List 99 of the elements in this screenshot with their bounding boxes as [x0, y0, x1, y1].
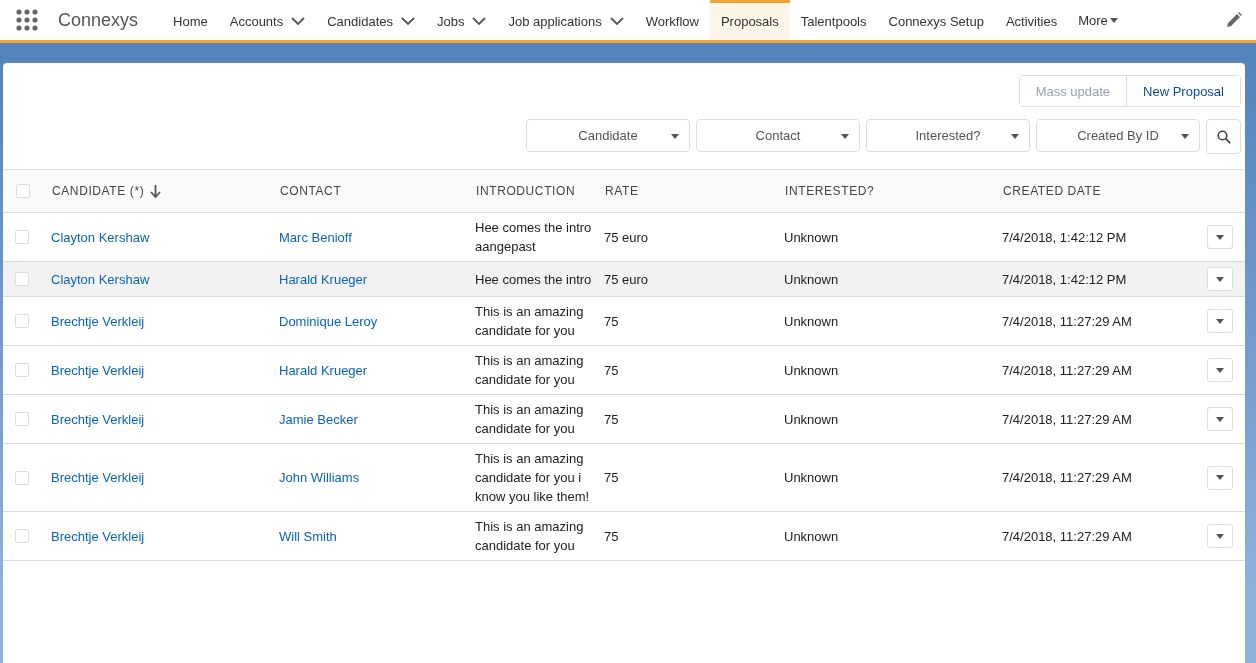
- table-cell: This is an amazing candidate for you: [475, 519, 584, 553]
- nav-tab[interactable]: Home: [162, 0, 219, 40]
- record-link[interactable]: Harald Krueger: [279, 362, 368, 378]
- caret-icon: [1216, 318, 1224, 324]
- app-launcher-icon[interactable]: [16, 9, 38, 31]
- table-cell: 7/4/2018, 1:42:12 PM: [1002, 229, 1127, 245]
- more-menu[interactable]: More: [1068, 12, 1128, 28]
- record-link[interactable]: Marc Benioff: [279, 229, 352, 245]
- filter-dropdown[interactable]: Contact: [696, 119, 860, 152]
- arrow-down-icon: [150, 184, 162, 198]
- app-name: Connexys: [58, 9, 139, 31]
- caret-icon: [1181, 134, 1189, 139]
- caret-icon: [1216, 234, 1224, 240]
- caret-icon: [841, 134, 849, 139]
- row-checkbox[interactable]: [15, 363, 29, 377]
- caret-icon: [671, 134, 679, 139]
- caret-icon: [1216, 533, 1224, 539]
- caret-icon: [1216, 367, 1224, 373]
- table-cell: This is an amazing candidate for you: [475, 304, 584, 338]
- row-checkbox[interactable]: [15, 529, 29, 543]
- search-icon: [1216, 129, 1231, 144]
- caret-icon: [1216, 475, 1224, 480]
- record-link[interactable]: Will Smith: [279, 528, 337, 544]
- nav-tab[interactable]: Talentpools: [789, 0, 878, 40]
- caret-icon: [1216, 276, 1224, 282]
- table-cell: 75: [604, 313, 619, 329]
- record-link[interactable]: John Williams: [279, 470, 360, 485]
- table-cell: 7/4/2018, 1:42:12 PM: [1002, 271, 1127, 287]
- pencil-icon[interactable]: [1226, 12, 1242, 28]
- nav-tab[interactable]: Proposals: [709, 0, 790, 40]
- table-cell: 75 euro: [604, 229, 649, 245]
- table-cell: 7/4/2018, 11:27:29 AM: [1002, 411, 1132, 427]
- table-cell: 75: [604, 362, 619, 378]
- nav-tab[interactable]: Workflow: [634, 0, 710, 40]
- table-cell: 75 euro: [604, 271, 649, 287]
- record-link[interactable]: Brechtje Verkleij: [51, 528, 145, 544]
- search-button[interactable]: [1206, 119, 1241, 154]
- table-cell: 7/4/2018, 11:27:29 AM: [1002, 470, 1132, 485]
- nav-tab[interactable]: Connexys Setup: [877, 0, 995, 40]
- row-actions-button[interactable]: [1207, 524, 1233, 548]
- filter-dropdown[interactable]: Candidate: [526, 119, 690, 152]
- table-cell: Unknown: [784, 470, 839, 485]
- select-all-checkbox[interactable]: [16, 184, 30, 198]
- column-header[interactable]: CANDIDATE (*): [52, 184, 145, 198]
- caret-icon: [1109, 17, 1118, 23]
- record-link[interactable]: Clayton Kershaw: [51, 271, 150, 287]
- row-actions-button[interactable]: [1207, 465, 1233, 490]
- nav-tab[interactable]: Jobs: [426, 0, 498, 40]
- filter-dropdown[interactable]: Interested?: [866, 119, 1030, 152]
- caret-icon: [1216, 416, 1224, 422]
- row-checkbox[interactable]: [15, 230, 29, 244]
- row-actions-button[interactable]: [1207, 358, 1233, 382]
- table-cell: 75: [604, 470, 619, 485]
- table-cell: Unknown: [784, 362, 839, 378]
- row-actions-button[interactable]: [1207, 309, 1233, 333]
- record-link[interactable]: Clayton Kershaw: [51, 229, 150, 245]
- table-cell: Unknown: [784, 229, 839, 245]
- table-cell: This is an amazing candidate for you i know you like them!: [475, 451, 590, 504]
- row-checkbox[interactable]: [15, 314, 29, 328]
- nav-tab[interactable]: Job applications: [497, 0, 635, 40]
- table-cell: 7/4/2018, 11:27:29 AM: [1002, 313, 1132, 329]
- nav-tab[interactable]: Candidates: [316, 0, 426, 40]
- table-cell: Hee comes the intro aangepast: [475, 220, 592, 254]
- record-link[interactable]: Brechtje Verkleij: [51, 362, 145, 378]
- row-checkbox[interactable]: [15, 412, 29, 426]
- row-actions-button[interactable]: [1207, 267, 1233, 291]
- column-header[interactable]: CREATED DATE: [1003, 184, 1102, 198]
- record-link[interactable]: Brechtje Verkleij: [51, 470, 145, 485]
- record-link[interactable]: Jamie Becker: [279, 411, 358, 427]
- table-cell: Unknown: [784, 528, 839, 544]
- column-header[interactable]: CONTACT: [280, 184, 342, 198]
- table-cell: 7/4/2018, 11:27:29 AM: [1002, 528, 1132, 544]
- table-cell: 75: [604, 411, 619, 427]
- table-cell: Unknown: [784, 271, 839, 287]
- nav-tab[interactable]: Activities: [994, 0, 1069, 40]
- chevron-down-icon[interactable]: [291, 17, 306, 26]
- record-link[interactable]: Brechtje Verkleij: [51, 313, 145, 329]
- row-actions-button[interactable]: [1207, 407, 1233, 431]
- table-cell: 75: [604, 528, 619, 544]
- chevron-down-icon[interactable]: [609, 17, 624, 26]
- table-cell: This is an amazing candidate for you: [475, 353, 584, 387]
- column-header[interactable]: RATE: [605, 184, 639, 198]
- filter-dropdown[interactable]: Created By ID: [1036, 119, 1200, 152]
- table-cell: This is an amazing candidate for you: [475, 402, 584, 436]
- action-button[interactable]: New Proposal: [1126, 76, 1240, 106]
- row-checkbox[interactable]: [15, 470, 29, 485]
- caret-icon: [1011, 134, 1019, 139]
- record-link[interactable]: Dominique Leroy: [279, 313, 378, 329]
- table-cell: 7/4/2018, 11:27:29 AM: [1002, 362, 1132, 378]
- chevron-down-icon[interactable]: [401, 17, 415, 26]
- table-cell: Unknown: [784, 313, 839, 329]
- row-actions-button[interactable]: [1207, 225, 1233, 249]
- row-checkbox[interactable]: [15, 272, 29, 286]
- table-cell: Unknown: [784, 411, 839, 427]
- column-header[interactable]: INTERESTED?: [785, 184, 875, 198]
- record-link[interactable]: Brechtje Verkleij: [51, 411, 145, 427]
- chevron-down-icon[interactable]: [472, 17, 487, 26]
- table-cell: Hee comes the intro: [475, 271, 592, 287]
- nav-tab[interactable]: Accounts: [218, 0, 317, 40]
